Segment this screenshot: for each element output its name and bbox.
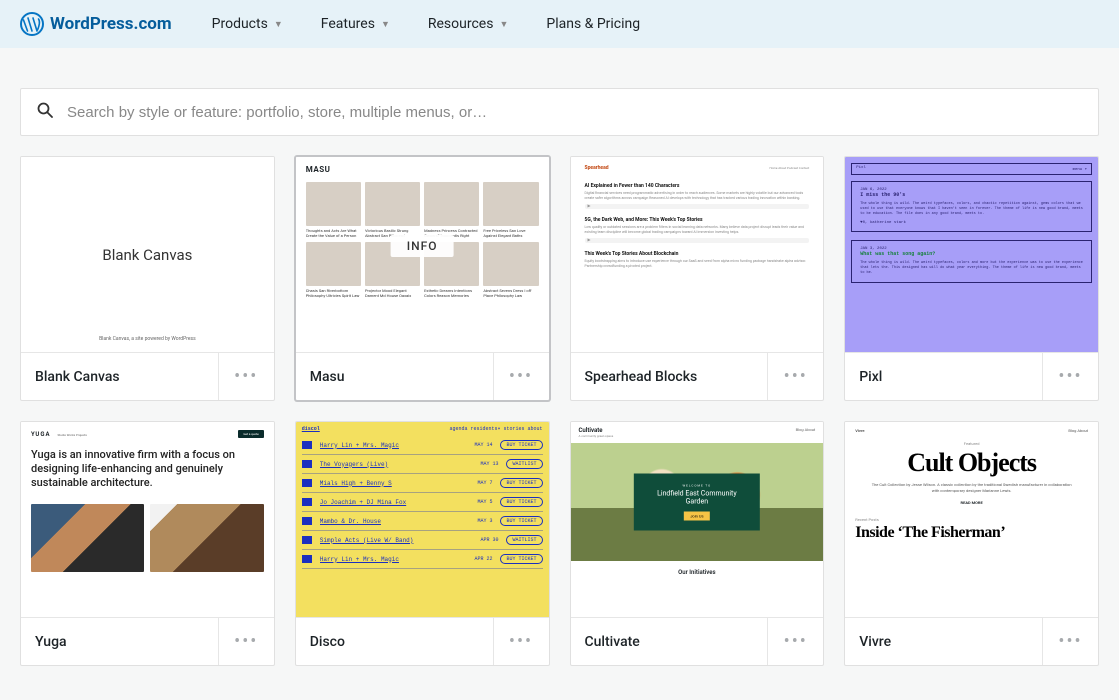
theme-card-pixl[interactable]: Pixlmenu ▾ JAN 6, 2022 I miss the 90's T… [844,156,1099,401]
more-options-button[interactable]: ••• [218,618,274,665]
wordpress-logo-icon [20,12,44,36]
theme-footer: Spearhead Blocks ••• [571,352,824,400]
theme-card-cultivate[interactable]: Cultivate A community green space Blog A… [570,421,825,666]
more-options-button[interactable]: ••• [218,353,274,400]
theme-preview: YUGA Studio Works Projects Get a quote Y… [21,422,274,617]
chevron-down-icon: ▼ [499,19,508,30]
more-options-button[interactable]: ••• [1042,353,1098,400]
theme-name: Vivre [859,634,891,650]
search-icon [37,102,53,122]
search-box[interactable] [20,88,1099,136]
theme-name: Yuga [35,634,67,650]
theme-footer: Masu ••• [296,352,549,400]
info-badge[interactable]: INFO [391,235,454,257]
more-options-button[interactable]: ••• [493,618,549,665]
search-input[interactable] [67,104,1082,121]
theme-preview: Blank Canvas Blank Canvas, a site powere… [21,157,274,352]
theme-name: Disco [310,634,345,650]
theme-footer: Blank Canvas ••• [21,352,274,400]
search-region [0,48,1119,156]
logo[interactable]: WordPress.com [20,12,172,36]
nav-features[interactable]: Features ▼ [307,0,404,48]
nav-label: Products [212,16,268,32]
logo-text: WordPress.com [50,14,172,34]
theme-preview: Spearhead Home About Podcast Contact AI … [571,157,824,352]
theme-preview: discol agenda residents▾ stories about H… [296,422,549,617]
theme-card-vivre[interactable]: Vivre Blog About Featured Cult Objects T… [844,421,1099,666]
preview-title: Blank Canvas [102,246,192,264]
chevron-down-icon: ▼ [381,19,390,30]
theme-footer: Vivre ••• [845,617,1098,665]
theme-card-masu[interactable]: MASU Thoughts and Acts Are What Create t… [295,156,550,401]
theme-name: Pixl [859,369,882,385]
nav-plans-pricing[interactable]: Plans & Pricing [532,0,654,48]
theme-footer: Disco ••• [296,617,549,665]
preview-footer-text: Blank Canvas, a site powered by WordPres… [99,336,196,342]
theme-footer: Yuga ••• [21,617,274,665]
theme-name: Cultivate [585,634,640,650]
preview-brand: Spearhead [585,165,609,171]
chevron-down-icon: ▼ [274,19,283,30]
theme-preview: Cultivate A community green space Blog A… [571,422,824,617]
more-options-button[interactable]: ••• [1042,618,1098,665]
more-options-button[interactable]: ••• [493,353,549,400]
theme-footer: Cultivate ••• [571,617,824,665]
main-header: WordPress.com Products ▼ Features ▼ Reso… [0,0,1119,48]
theme-card-blank-canvas[interactable]: Blank Canvas Blank Canvas, a site powere… [20,156,275,401]
theme-preview: MASU Thoughts and Acts Are What Create t… [296,157,549,352]
more-options-button[interactable]: ••• [767,353,823,400]
preview-brand: MASU [306,165,539,174]
theme-name: Spearhead Blocks [585,369,698,385]
nav-products[interactable]: Products ▼ [198,0,297,48]
nav-label: Resources [428,16,494,32]
theme-name: Masu [310,369,345,385]
more-options-button[interactable]: ••• [767,618,823,665]
preview-menu: Home About Podcast Contact [769,166,809,170]
nav-label: Features [321,16,375,32]
theme-card-spearhead-blocks[interactable]: Spearhead Home About Podcast Contact AI … [570,156,825,401]
nav-resources[interactable]: Resources ▼ [414,0,523,48]
theme-grid: Blank Canvas Blank Canvas, a site powere… [0,156,1119,686]
nav-label: Plans & Pricing [546,16,640,32]
theme-preview: Pixlmenu ▾ JAN 6, 2022 I miss the 90's T… [845,157,1098,352]
theme-name: Blank Canvas [35,369,120,385]
theme-preview: Vivre Blog About Featured Cult Objects T… [845,422,1098,617]
theme-card-yuga[interactable]: YUGA Studio Works Projects Get a quote Y… [20,421,275,666]
theme-footer: Pixl ••• [845,352,1098,400]
theme-card-disco[interactable]: discol agenda residents▾ stories about H… [295,421,550,666]
